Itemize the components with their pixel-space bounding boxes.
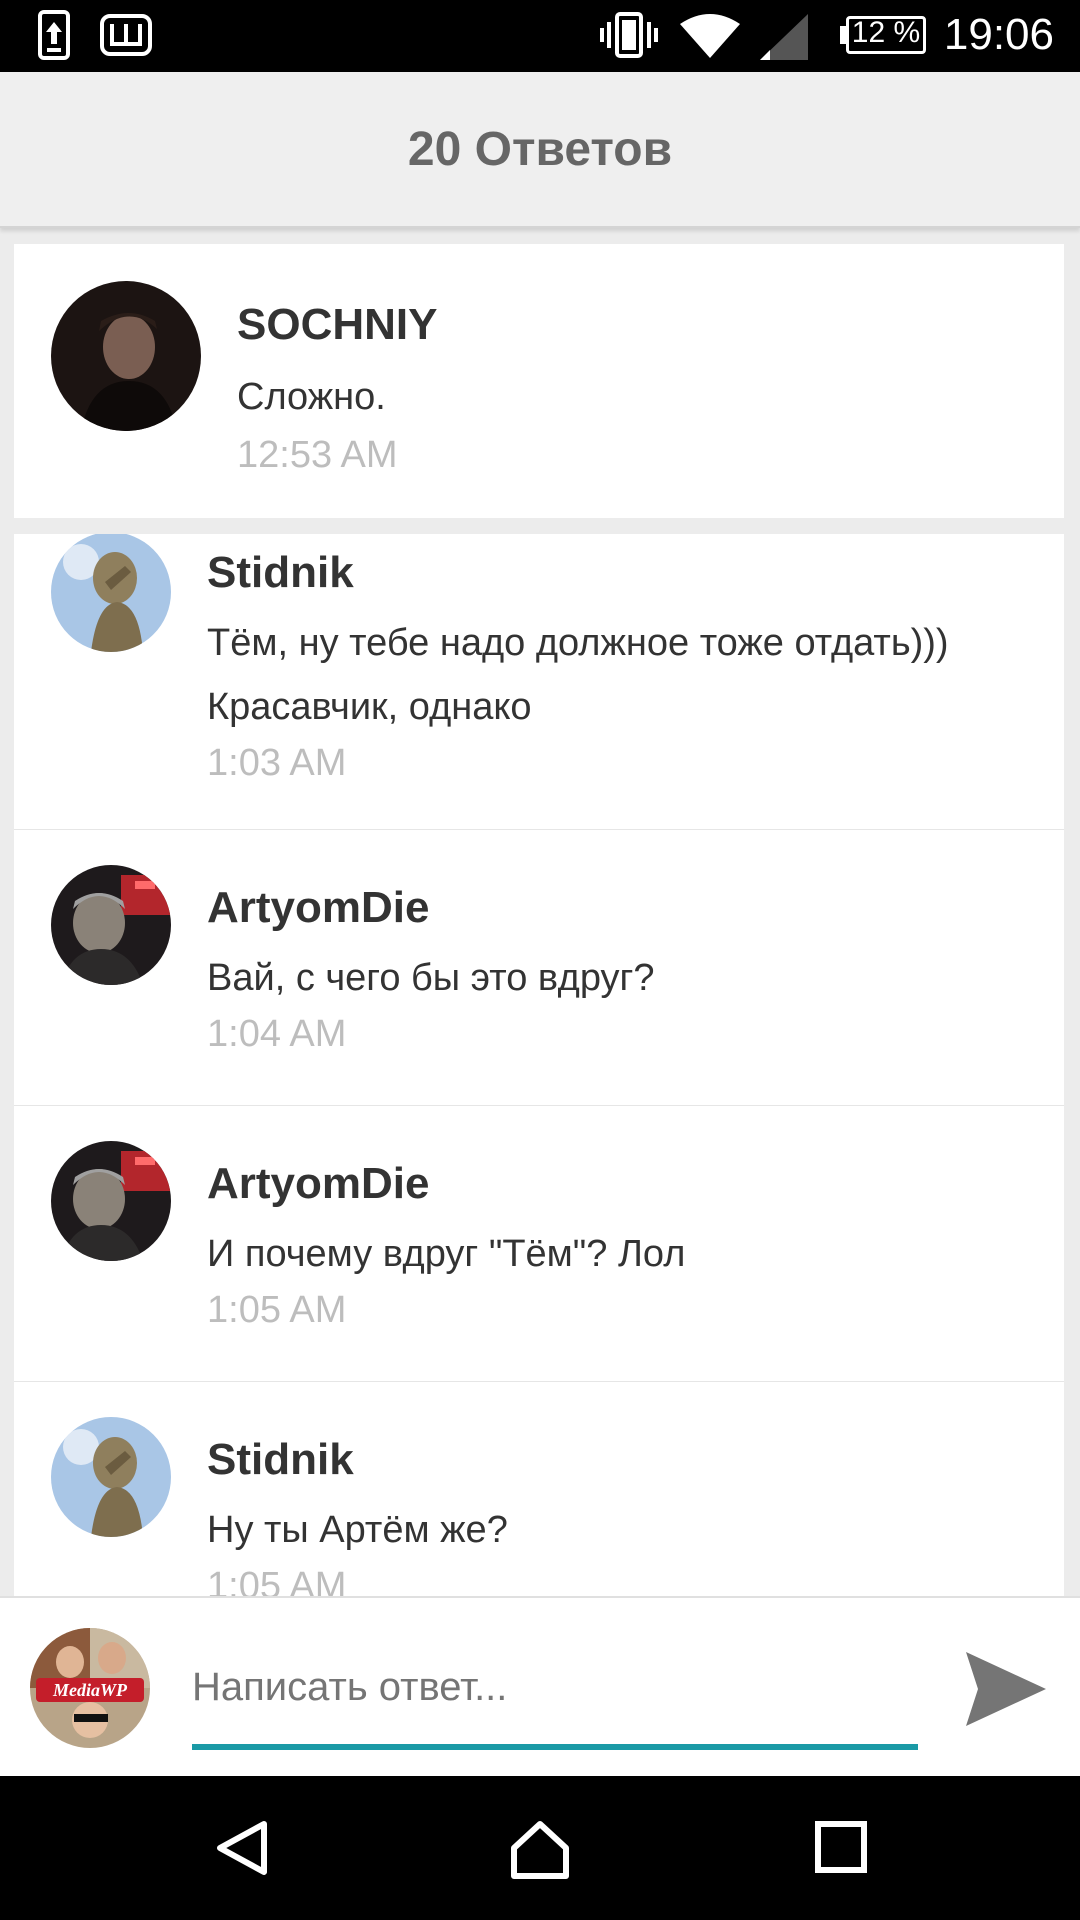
avatar[interactable] (51, 281, 201, 431)
post-author[interactable]: SOCHNIY (237, 300, 437, 350)
battery-level-text: 12 % (851, 16, 921, 49)
my-avatar[interactable]: MediaWP (30, 1628, 150, 1748)
home-icon[interactable] (508, 1818, 572, 1882)
reply-item: ArtyomDie Вай, с чего бы это вдруг? 1:04… (14, 829, 1064, 1106)
post-text: Сложно. (237, 376, 386, 418)
clock: 19:06 (943, 10, 1054, 59)
reply-author[interactable]: ArtyomDie (207, 1159, 430, 1209)
reply-author[interactable]: Stidnik (207, 548, 354, 598)
reply-time: 1:05 AM (207, 1289, 347, 1331)
reply-item: ArtyomDie И почему вдруг "Тём"? Лол 1:05… (14, 1105, 1064, 1382)
page-title: 20 Ответов (407, 122, 673, 176)
battery-icon: 12 % (846, 16, 926, 54)
upload-icon (38, 10, 70, 60)
wifi-icon (680, 14, 740, 58)
avatar[interactable] (51, 534, 171, 652)
reply-item: Stidnik Тём, ну тебе надо должное тоже о… (14, 534, 1064, 830)
reply-text: И почему вдруг "Тём"? Лол (207, 1233, 686, 1275)
screen: 12 % 19:06 20 Ответов SOCHNIY Сложно. 12… (0, 0, 1080, 1920)
status-bar: 12 % 19:06 (0, 0, 1080, 72)
reply-text: Красавчик, однако (207, 686, 532, 728)
recents-icon[interactable] (814, 1820, 868, 1874)
reply-time: 1:05 AM (207, 1565, 347, 1596)
input-underline (192, 1744, 918, 1750)
avatar[interactable] (51, 1417, 171, 1537)
notification-app-icon (100, 14, 152, 56)
reply-author[interactable]: Stidnik (207, 1435, 354, 1485)
avatar[interactable] (51, 865, 171, 985)
app-header: 20 Ответов (0, 72, 1080, 228)
original-post: SOCHNIY Сложно. 12:53 AM (14, 244, 1064, 518)
compose-bar: MediaWP (0, 1596, 1080, 1778)
reply-time: 1:04 AM (207, 1013, 347, 1055)
send-icon[interactable] (960, 1644, 1050, 1734)
my-avatar-badge: MediaWP (52, 1680, 128, 1700)
signal-icon (760, 14, 808, 60)
vibrate-icon (600, 12, 658, 58)
reply-author[interactable]: ArtyomDie (207, 883, 430, 933)
back-icon[interactable] (212, 1818, 272, 1878)
reply-text: Вай, с чего бы это вдруг? (207, 957, 655, 999)
reply-time: 1:03 AM (207, 742, 347, 784)
post-time: 12:53 AM (237, 434, 398, 476)
avatar[interactable] (51, 1141, 171, 1261)
reply-text: Ну ты Артём же? (207, 1509, 508, 1551)
battery-tip (840, 26, 846, 44)
navigation-bar (0, 1776, 1080, 1920)
reply-input[interactable] (192, 1656, 918, 1718)
replies-list[interactable]: Stidnik Тём, ну тебе надо должное тоже о… (14, 534, 1064, 1596)
reply-item: Stidnik Ну ты Артём же? 1:05 AM (14, 1381, 1064, 1596)
reply-text: Тём, ну тебе надо должное тоже отдать))) (207, 622, 949, 664)
